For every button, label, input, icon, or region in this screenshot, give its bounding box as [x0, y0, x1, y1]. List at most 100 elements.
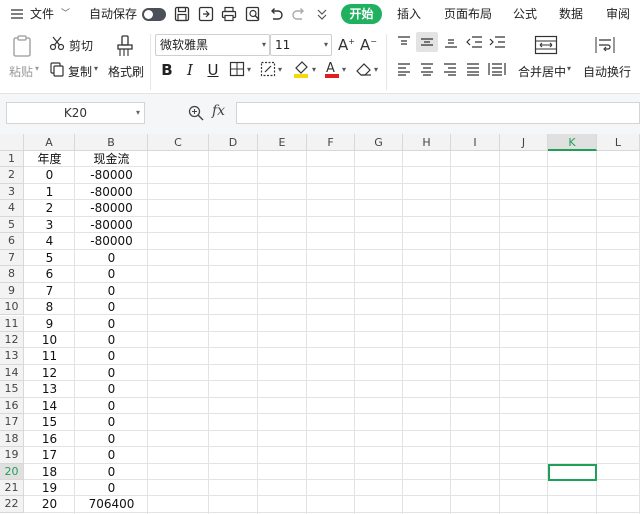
- row-header[interactable]: 5: [0, 216, 24, 234]
- format-painter-button[interactable]: 格式刷: [108, 63, 144, 80]
- cell-cashflow[interactable]: 0: [75, 316, 148, 332]
- justify-icon[interactable]: [465, 62, 481, 79]
- row-header[interactable]: 14: [0, 364, 24, 382]
- cell-cashflow[interactable]: -80000: [75, 233, 148, 249]
- autosave-toggle[interactable]: [142, 8, 166, 21]
- cell-year[interactable]: 5: [24, 250, 75, 266]
- row-header[interactable]: 10: [0, 299, 24, 316]
- row-header[interactable]: 20: [0, 463, 24, 480]
- cell-year[interactable]: 7: [24, 283, 75, 299]
- tab-review[interactable]: 审阅: [606, 6, 630, 23]
- cell-cashflow[interactable]: 0: [75, 480, 148, 496]
- column-header-j[interactable]: J: [500, 134, 548, 151]
- hamburger-menu-icon[interactable]: [10, 7, 28, 25]
- cell-year[interactable]: 9: [24, 316, 75, 332]
- row-header[interactable]: 18: [0, 430, 24, 448]
- row-header[interactable]: 19: [0, 447, 24, 464]
- name-box-dropdown-icon[interactable]: ▾: [136, 103, 140, 123]
- align-bottom-icon[interactable]: [443, 35, 459, 52]
- cell-year[interactable]: 17: [24, 447, 75, 463]
- row-header[interactable]: 17: [0, 414, 24, 431]
- cell-cashflow[interactable]: 0: [75, 464, 148, 480]
- cell-year[interactable]: 15: [24, 414, 75, 430]
- cell-cashflow[interactable]: 706400: [75, 496, 148, 512]
- row-header[interactable]: 11: [0, 315, 24, 332]
- file-menu-chevron-icon[interactable]: ﹀: [61, 6, 70, 23]
- merge-center-button[interactable]: 合并居中: [518, 63, 566, 80]
- row-header[interactable]: 13: [0, 348, 24, 365]
- font-name-dropdown-icon[interactable]: ▾: [262, 35, 266, 55]
- insert-function-icon[interactable]: fx: [212, 103, 225, 119]
- font-name-combo[interactable]: 微软雅黑 ▾: [155, 34, 270, 56]
- borders-dropdown-icon[interactable]: ▾: [247, 65, 251, 74]
- cell-year[interactable]: 12: [24, 365, 75, 381]
- row-header[interactable]: 7: [0, 249, 24, 267]
- column-header-b[interactable]: B: [75, 134, 148, 151]
- row-header[interactable]: 2: [0, 167, 24, 184]
- cell-style-icon[interactable]: [260, 61, 276, 80]
- copy-dropdown-icon[interactable]: ▾: [94, 64, 98, 73]
- cell-year[interactable]: 1: [24, 184, 75, 200]
- align-center-icon[interactable]: [419, 62, 435, 79]
- tab-insert[interactable]: 插入: [397, 6, 421, 23]
- copy-button[interactable]: 复制: [68, 63, 92, 80]
- row-header[interactable]: 1: [0, 151, 24, 168]
- file-menu[interactable]: 文件: [30, 6, 54, 23]
- cell-cashflow[interactable]: 0: [75, 447, 148, 463]
- decrease-indent-icon[interactable]: [465, 35, 483, 52]
- paste-dropdown-icon[interactable]: ▾: [35, 64, 39, 73]
- cell-cashflow[interactable]: 0: [75, 431, 148, 447]
- zoom-search-icon[interactable]: [187, 104, 205, 125]
- cell-year[interactable]: 18: [24, 464, 75, 480]
- cell-year[interactable]: 6: [24, 266, 75, 282]
- undo-icon[interactable]: [267, 5, 285, 23]
- cell-year[interactable]: 16: [24, 431, 75, 447]
- cell-cashflow[interactable]: 0: [75, 266, 148, 282]
- name-box[interactable]: K20 ▾: [6, 102, 145, 124]
- row-header[interactable]: 3: [0, 183, 24, 201]
- column-header-k[interactable]: K: [548, 134, 597, 151]
- active-cell[interactable]: [548, 463, 597, 481]
- column-header-d[interactable]: D: [209, 134, 258, 151]
- more-commands-icon[interactable]: [316, 6, 334, 24]
- tab-data[interactable]: 数据: [559, 6, 583, 23]
- cell-cashflow[interactable]: 0: [75, 332, 148, 348]
- fill-color-icon[interactable]: [292, 59, 310, 82]
- row-header[interactable]: 12: [0, 331, 24, 349]
- eraser-icon[interactable]: [355, 61, 373, 80]
- align-left-icon[interactable]: [396, 62, 412, 79]
- align-top-icon[interactable]: [396, 35, 412, 52]
- cell-cashflow[interactable]: 0: [75, 348, 148, 364]
- wrap-text-button[interactable]: 自动换行: [583, 63, 631, 80]
- eraser-dropdown-icon[interactable]: ▾: [374, 65, 378, 74]
- cell-year[interactable]: 13: [24, 381, 75, 397]
- align-middle-icon[interactable]: [416, 32, 438, 52]
- cell-cashflow[interactable]: 现金流: [75, 151, 148, 167]
- cell-cashflow[interactable]: 0: [75, 299, 148, 315]
- export-icon[interactable]: [197, 5, 215, 23]
- tab-home[interactable]: 开始: [341, 4, 382, 24]
- cell-cashflow[interactable]: -80000: [75, 200, 148, 216]
- cell-cashflow[interactable]: 0: [75, 398, 148, 414]
- cell-year[interactable]: 2: [24, 200, 75, 216]
- tab-page-layout[interactable]: 页面布局: [444, 6, 492, 23]
- cell-year[interactable]: 4: [24, 233, 75, 249]
- column-header-f[interactable]: F: [307, 134, 355, 151]
- column-header-l[interactable]: L: [597, 134, 640, 151]
- column-header-e[interactable]: E: [258, 134, 307, 151]
- redo-icon[interactable]: [290, 5, 308, 23]
- cell-cashflow[interactable]: 0: [75, 414, 148, 430]
- formula-input[interactable]: [236, 102, 640, 124]
- row-header[interactable]: 9: [0, 282, 24, 300]
- cell-year[interactable]: 8: [24, 299, 75, 315]
- borders-icon[interactable]: [229, 61, 245, 80]
- spreadsheet-grid[interactable]: ABCDEFGHIJKL 1 2 3 4 5 6 7 8 9 10 11 12 13 14 15 16 17 18…: [0, 134, 640, 514]
- row-header[interactable]: 22: [0, 496, 24, 513]
- cell-cashflow[interactable]: 0: [75, 283, 148, 299]
- cell-year[interactable]: 20: [24, 496, 75, 512]
- row-header[interactable]: 16: [0, 397, 24, 415]
- cell-year[interactable]: 11: [24, 348, 75, 364]
- column-header-c[interactable]: C: [148, 134, 209, 151]
- align-right-icon[interactable]: [442, 62, 458, 79]
- cell-style-dropdown-icon[interactable]: ▾: [278, 65, 282, 74]
